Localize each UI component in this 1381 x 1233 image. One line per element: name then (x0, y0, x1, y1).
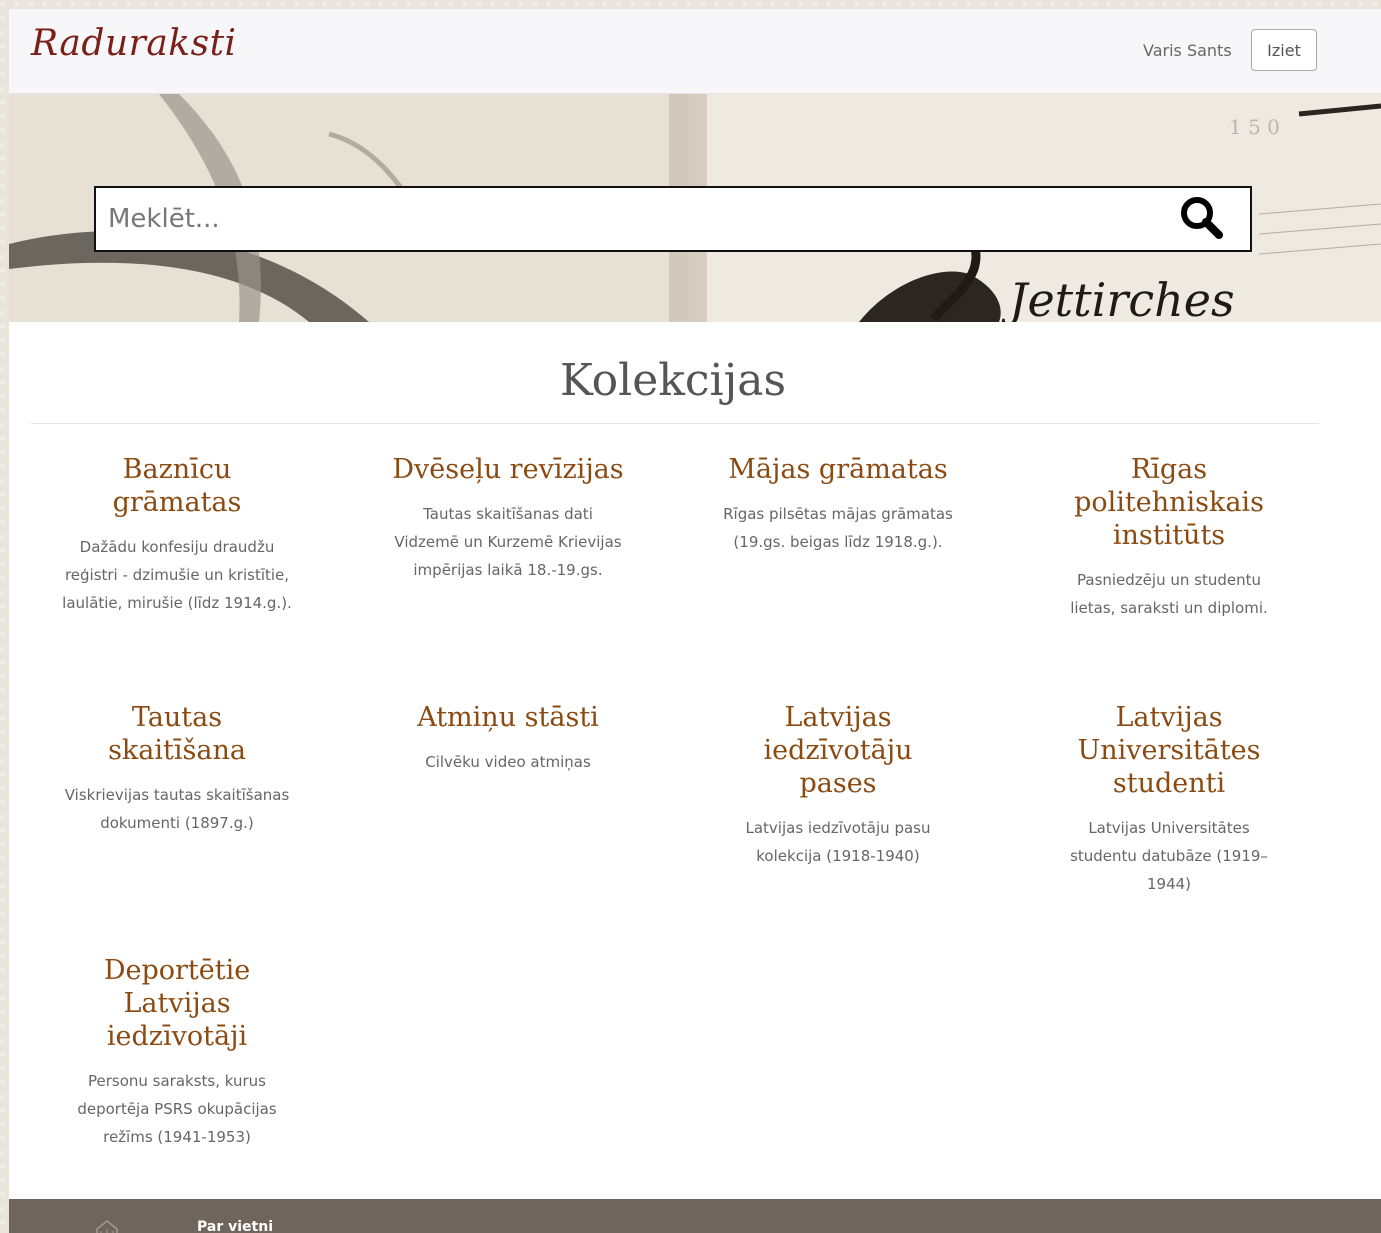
collection-description: Rīgas pilsētas mājas grāmatas (19.gs. be… (723, 505, 953, 551)
svg-text:1 5 0: 1 5 0 (1229, 115, 1280, 139)
hero-banner: Jettirches 1 5 0 (9, 94, 1381, 322)
collection-title-dveselu-revizijas[interactable]: Dvēseļu revīzijas (392, 453, 624, 486)
collection-description: Dažādu konfesiju draudžu reģistri - dzim… (62, 538, 292, 612)
search-icon (1181, 197, 1223, 239)
archive-logo-icon (96, 1220, 118, 1233)
search-button[interactable] (1178, 194, 1234, 244)
collection-title-deportetie-latvijas-iedzivotaji[interactable]: Deportētie Latvijas iedzīvotāji (61, 954, 293, 1053)
collection-title-atminu-stasti[interactable]: Atmiņu stāsti (392, 701, 624, 734)
collection-card: Tautas skaitīšana Viskrievijas tautas sk… (61, 701, 293, 837)
logout-button[interactable]: Iziet (1251, 29, 1317, 71)
collection-card: Latvijas Universitātes studenti Latvijas… (1053, 701, 1285, 898)
page: Raduraksti Varis Sants Iziet Jettirches … (9, 9, 1381, 1233)
collection-card: Mājas grāmatas Rīgas pilsētas mājas grām… (722, 453, 954, 556)
collection-description: Latvijas iedzīvotāju pasu kolekcija (191… (745, 819, 931, 865)
collection-description: Cilvēku video atmiņas (425, 753, 591, 771)
collection-card: Atmiņu stāsti Cilvēku video atmiņas (392, 701, 624, 776)
collection-title-latvijas-universitates-studenti[interactable]: Latvijas Universitātes studenti (1053, 701, 1285, 800)
collection-description: Viskrievijas tautas skaitīšanas dokument… (64, 786, 290, 832)
collection-description: Tautas skaitīšanas dati Vidzemē un Kurze… (394, 505, 622, 579)
collection-title-latvijas-iedzivotaju-pases[interactable]: Latvijas iedzīvotāju pases (722, 701, 954, 800)
divider (31, 423, 1319, 424)
collection-title-majas-gramatas[interactable]: Mājas grāmatas (722, 453, 954, 486)
collection-card: Dvēseļu revīzijas Tautas skaitīšanas dat… (392, 453, 624, 584)
collection-card: Latvijas iedzīvotāju pases Latvijas iedz… (722, 701, 954, 870)
collection-title-baznicu-gramatas[interactable]: Baznīcu grāmatas (61, 453, 293, 519)
collection-title-rigas-politehniskais-instituts[interactable]: Rīgas politehniskais institūts (1053, 453, 1285, 552)
collection-card: Deportētie Latvijas iedzīvotāji Personu … (61, 954, 293, 1151)
page-title: Kolekcijas (559, 355, 787, 406)
user-name[interactable]: Varis Sants (1143, 41, 1232, 60)
collection-description: Pasniedzēju un studentu lietas, saraksti… (1070, 571, 1268, 617)
footer: Par vietni (9, 1199, 1381, 1233)
search-input[interactable] (96, 188, 1166, 250)
search-box (94, 186, 1252, 252)
collection-description: Personu saraksts, kurus deportēja PSRS o… (77, 1072, 277, 1146)
brand-logo[interactable]: Raduraksti (31, 23, 237, 64)
collection-description: Latvijas Universitātes studentu datubāze… (1070, 819, 1268, 893)
collection-title-tautas-skaitisana[interactable]: Tautas skaitīšana (61, 701, 293, 767)
collection-card: Baznīcu grāmatas Dažādu konfesiju draudž… (61, 453, 293, 617)
collection-card: Rīgas politehniskais institūts Pasniedzē… (1053, 453, 1285, 622)
footer-link-about[interactable]: Par vietni (197, 1219, 273, 1233)
top-navbar: Raduraksti Varis Sants Iziet (9, 9, 1381, 94)
svg-text:Jettirches: Jettirches (1001, 273, 1235, 322)
